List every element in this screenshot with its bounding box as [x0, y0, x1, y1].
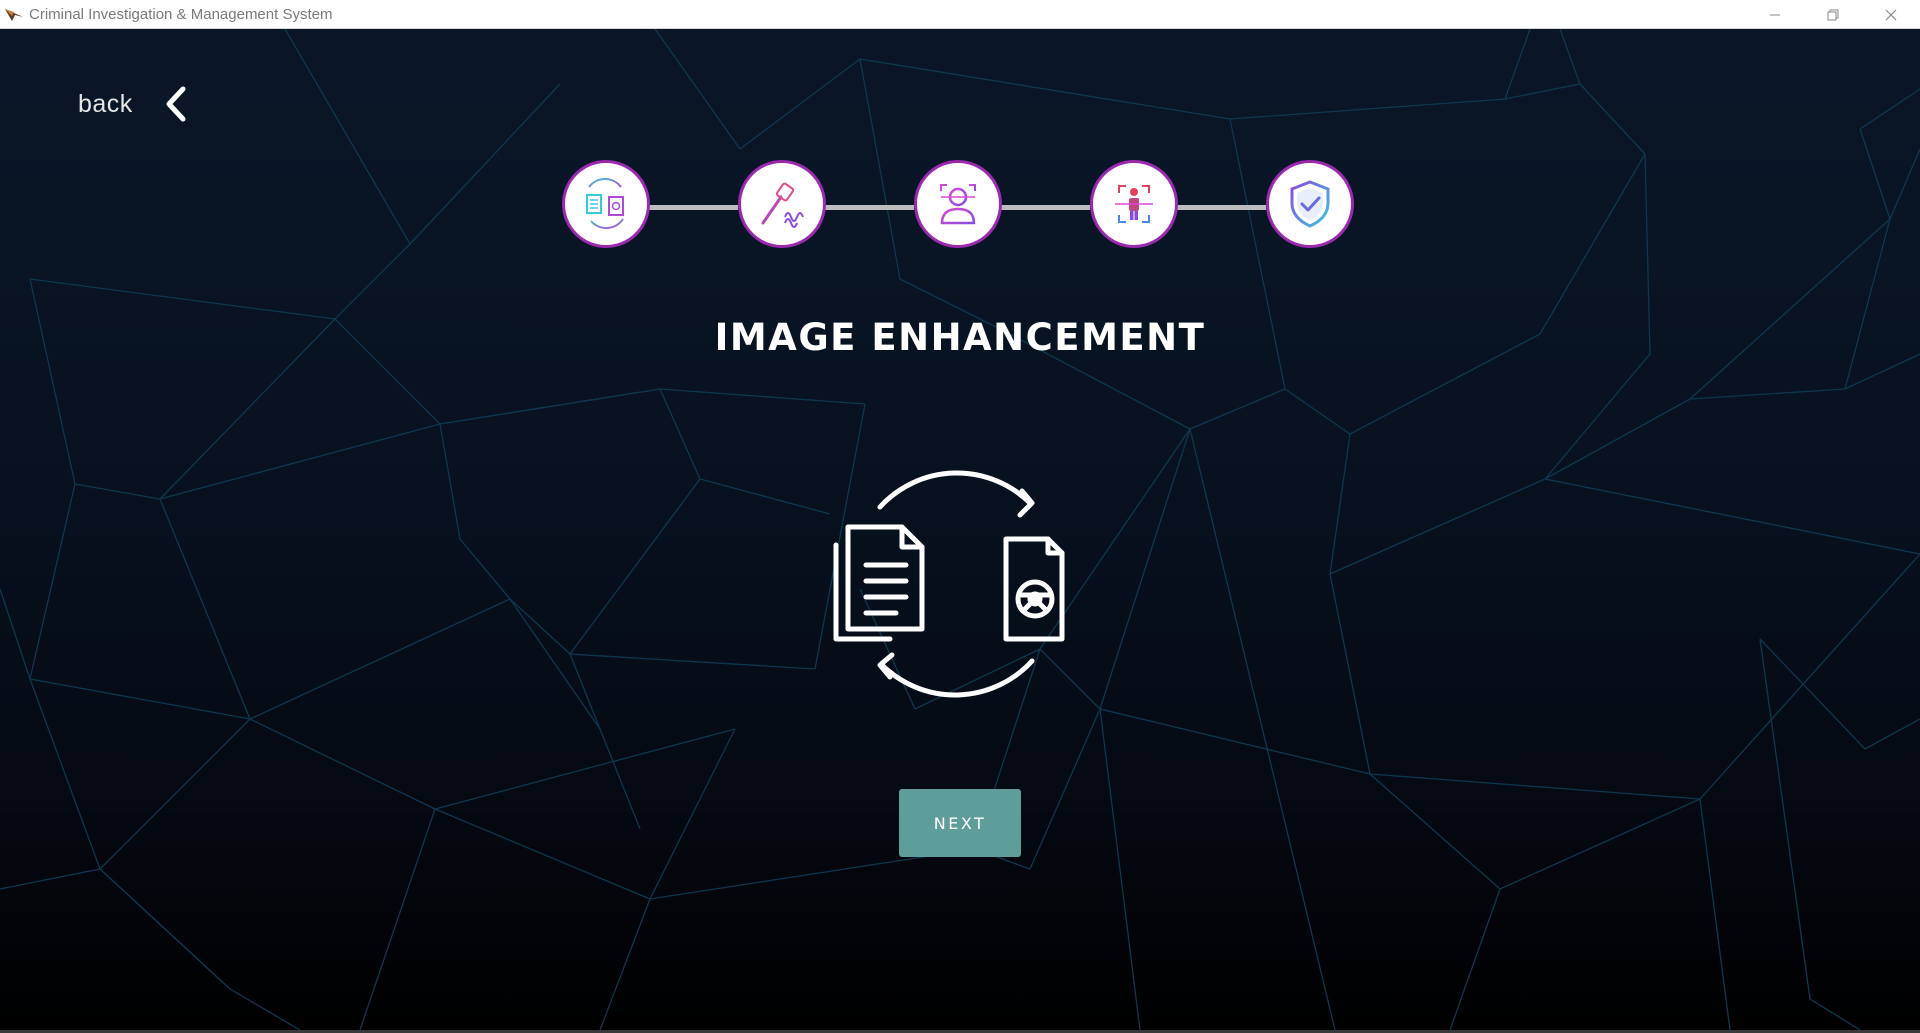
shield-check-icon [1290, 180, 1330, 228]
face-scan-icon [940, 184, 976, 225]
step-connector [998, 205, 1090, 210]
document-convert-icon [586, 178, 624, 230]
step-body-scan[interactable] [1090, 160, 1178, 248]
body-scan-icon [1115, 185, 1153, 223]
app-logo-icon [5, 9, 23, 21]
restore-button[interactable] [1804, 0, 1862, 29]
restore-icon [1827, 9, 1839, 20]
minimize-icon [1770, 14, 1780, 15]
step-connector [1174, 205, 1266, 210]
close-button[interactable] [1862, 0, 1920, 29]
window-title: Criminal Investigation & Management Syst… [29, 5, 333, 23]
document-convert-icon [833, 470, 1065, 698]
title-bar: Criminal Investigation & Management Syst… [0, 0, 1920, 29]
progress-stepper [560, 158, 1360, 256]
step-image-enhancement[interactable] [562, 160, 650, 248]
chevron-left-icon[interactable] [161, 84, 191, 124]
close-icon [1885, 9, 1897, 20]
window-controls [1746, 0, 1920, 29]
step-fingerprint[interactable] [738, 160, 826, 248]
step-verification[interactable] [1266, 160, 1354, 248]
app-window: Criminal Investigation & Management Syst… [0, 0, 1920, 1033]
fingerprint-tool-icon [761, 182, 804, 228]
main-content: back IMAGE ENHANCEMENT NEXT [0, 29, 1920, 1030]
step-connector [822, 205, 914, 210]
step-face-recognition[interactable] [914, 160, 1002, 248]
step-connector [646, 205, 738, 210]
minimize-button[interactable] [1746, 0, 1804, 29]
page-title: IMAGE ENHANCEMENT [714, 316, 1206, 359]
back-label: back [78, 89, 133, 118]
next-button[interactable]: NEXT [899, 789, 1021, 857]
back-button[interactable]: back [78, 74, 191, 134]
